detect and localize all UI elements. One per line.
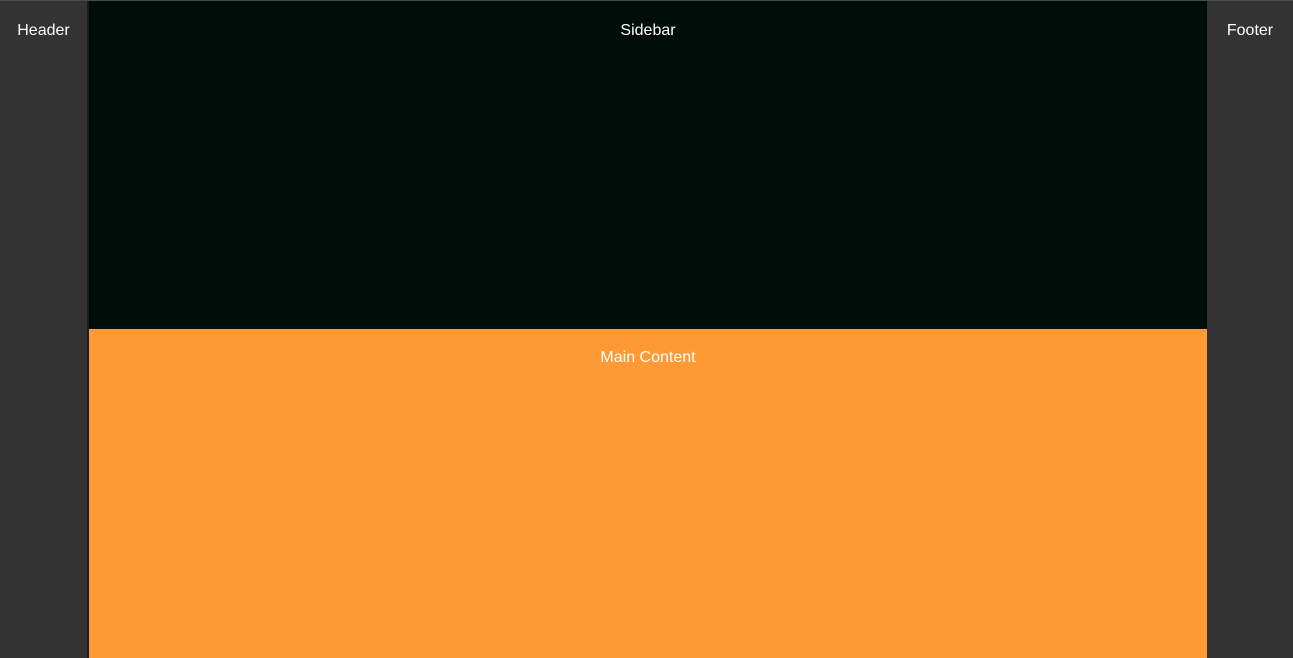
header-label: Header	[17, 22, 70, 39]
page-layout: Header Sidebar Main Content Footer	[0, 0, 1293, 658]
footer-label: Footer	[1226, 22, 1274, 39]
sidebar-label: Sidebar	[620, 22, 676, 39]
header-panel: Header	[0, 1, 87, 658]
main-content-label: Main Content	[600, 349, 696, 366]
main-content-panel: Main Content	[89, 329, 1207, 658]
footer-panel: Footer	[1207, 1, 1293, 658]
center-column: Sidebar Main Content	[89, 1, 1207, 658]
sidebar-panel: Sidebar	[89, 1, 1207, 329]
